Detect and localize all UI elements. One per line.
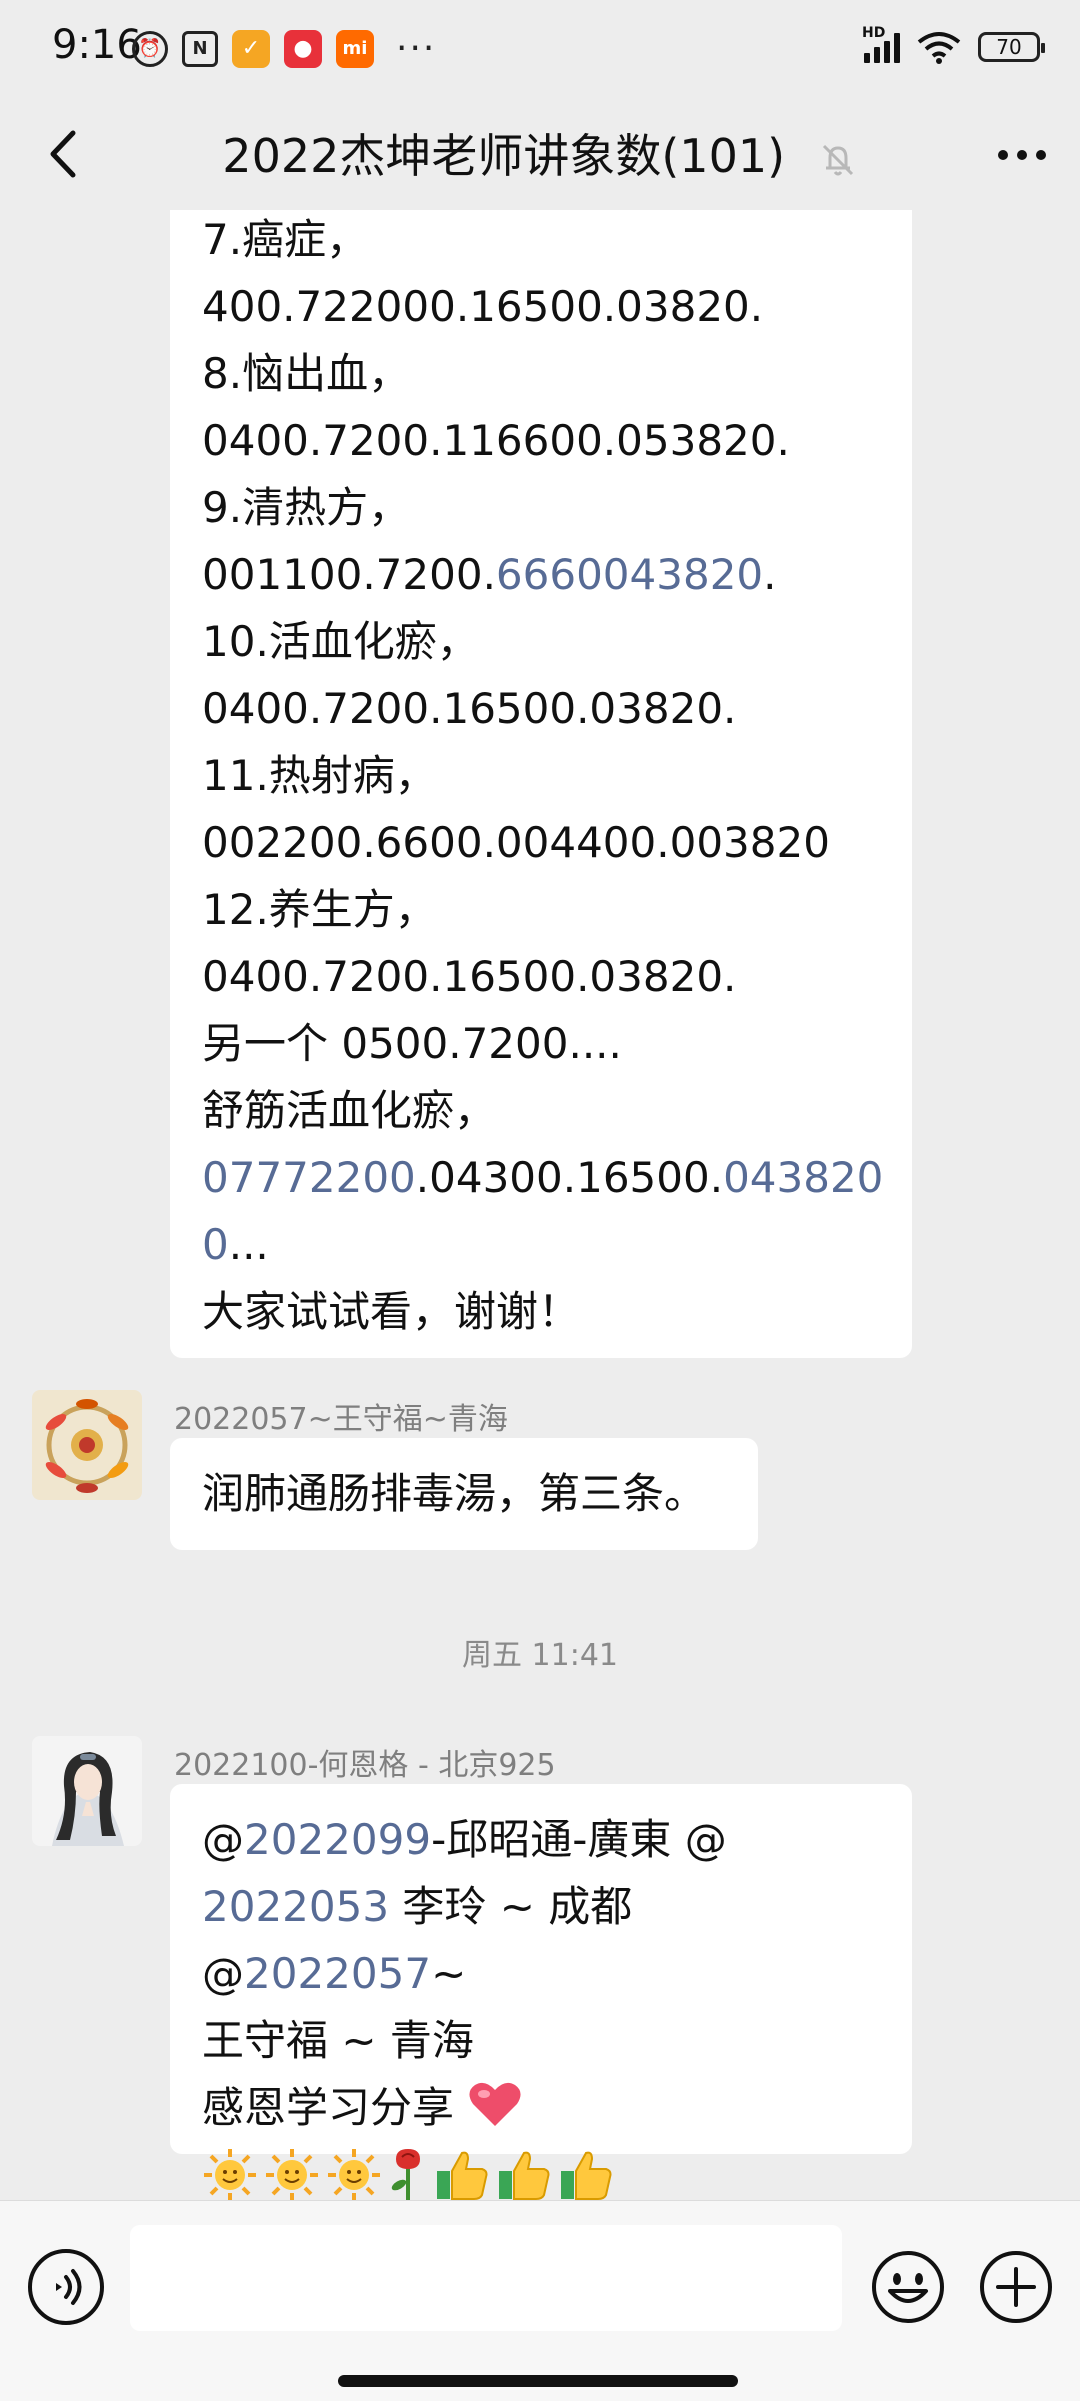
chat-area[interactable]: 7.癌症， 400.722000.16500.03820. 8.恼出血， 040… [0,210,1080,2200]
mi-icon: mi [336,29,374,68]
message-input[interactable] [130,2225,842,2331]
message-text: @ [202,1815,244,1864]
sender-name: 2022057~王守福~青海 [174,1402,508,1437]
message-text: 润肺通肠排毒湯，第三条。 [202,1469,707,1518]
message-line: 002200.6600.004400.003820 [202,818,830,867]
thumbs-up-icon [437,2151,488,2200]
voice-icon [56,2269,82,2305]
chat-header: 2022杰坤老师讲象数(101) [0,100,1080,210]
message-line: @2022099-邱昭通-廣東 @ [202,1806,880,1873]
message-text: .04300.16500. [415,1153,724,1202]
message-line: 王守福 ~ 青海 [202,2016,474,2065]
message-line: 7.癌症， [202,215,369,264]
voice-button[interactable] [28,2249,104,2325]
alarm-icon: ⏰ [132,30,168,67]
status-time: 9:16 [52,22,142,68]
message-bubble[interactable]: @2022099-邱昭通-廣東 @ 2022053 李玲 ~ 成都 @20220… [170,1784,912,2200]
red-envelope-icon: ● [284,29,322,68]
message-line: 400.722000.16500.03820. [202,282,764,331]
timestamp: 周五 11:41 [462,1638,618,1673]
phone-number-link[interactable]: 07772200 [202,1153,416,1202]
status-bar: 9:16 ⏰ N ✓ ● mi ··· HD 70 [0,0,1080,100]
message-text: ~ [431,1949,467,1998]
battery-level: 70 [996,35,1022,59]
emoji-line [202,2141,880,2200]
message-text: ... [228,1220,269,1269]
chat-title: 2022杰坤老师讲象数(101) [222,129,786,183]
more-dots-icon [998,150,1046,160]
sun-icon [328,2148,380,2200]
more-button[interactable] [992,130,1052,180]
thumbs-up-icon [499,2151,550,2200]
more-notifications-icon: ··· [396,28,437,69]
message-text: 感恩学习分享 [202,2083,455,2132]
nfc-icon: N [182,30,218,67]
status-icons-right: HD 70 [862,25,1045,64]
sun-icon [204,2148,256,2200]
message-text: . [763,550,777,599]
sender-name: 2022100-何恩格 - 北京925 [174,1748,556,1783]
plus-button[interactable] [978,2249,1054,2325]
message-line: 0400.7200.16500.03820. [202,684,737,733]
message-line: 感恩学习分享 [202,2074,880,2141]
message-line: 07772200.04300.16500.043820 [202,1144,883,1211]
mention-link[interactable]: 2022057 [244,1949,431,1998]
message-line: 11.热射病， [202,751,437,800]
hd-label: HD [862,25,886,41]
message-line: 另一个 0500.7200.... [202,1019,622,1068]
phone-number-link[interactable]: 043820 [723,1153,883,1202]
rose-icon [391,2148,420,2200]
status-icons-left: ⏰ N ✓ ● mi ··· [132,28,436,69]
app-notification-icon: ✓ [232,29,270,68]
sun-icon [266,2148,318,2200]
thumbs-up-icon [561,2151,612,2200]
avatar-koi-image [32,1390,142,1500]
avatar[interactable] [32,1736,142,1846]
avatar[interactable] [32,1390,142,1500]
avatar-portrait-image [32,1736,142,1846]
plus-icon [980,2251,1052,2323]
signal-icon: HD [862,25,900,63]
message-line: 0400.7200.116600.053820. [202,416,790,465]
message-line: 0400.7200.16500.03820. [202,952,737,1001]
phone-number-link[interactable]: 6660043820 [496,550,763,599]
message-line: 舒筋活血化瘀， [202,1086,497,1135]
mention-link[interactable]: 2022053 [202,1882,389,1931]
emoji-icon [872,2251,944,2323]
wifi-icon [917,32,961,64]
heart-icon [469,2082,521,2126]
battery-icon: 70 [978,32,1045,62]
message-line: 12.养生方， [202,885,437,934]
mention-link[interactable]: 2022099 [244,1815,431,1864]
bell-off-icon [822,144,853,175]
message-bubble[interactable]: 润肺通肠排毒湯，第三条。 [170,1438,758,1550]
message-text: -邱昭通-廣東 @ [431,1815,727,1864]
phone-number-link[interactable]: 0 [202,1220,229,1269]
emoji-button[interactable] [870,2249,946,2325]
message-text: 001100.7200. [202,550,496,599]
message-line: 9.清热方， [202,483,411,532]
message-line: 0... [202,1211,880,1278]
message-line: 8.恼出血， [202,349,411,398]
chat-title-wrap: 2022杰坤老师讲象数(101) [0,120,1080,186]
message-line: 大家试试看，谢谢！ [202,1287,581,1336]
message-line: 001100.7200.6660043820. [202,541,880,608]
home-indicator[interactable] [338,2375,738,2387]
message-bubble[interactable]: 7.癌症， 400.722000.16500.03820. 8.恼出血， 040… [170,210,912,1358]
message-line: 2022053 李玲 ~ 成都 @2022057~ [202,1873,880,2007]
input-bar [0,2200,1080,2401]
message-line: 10.活血化瘀， [202,617,479,666]
